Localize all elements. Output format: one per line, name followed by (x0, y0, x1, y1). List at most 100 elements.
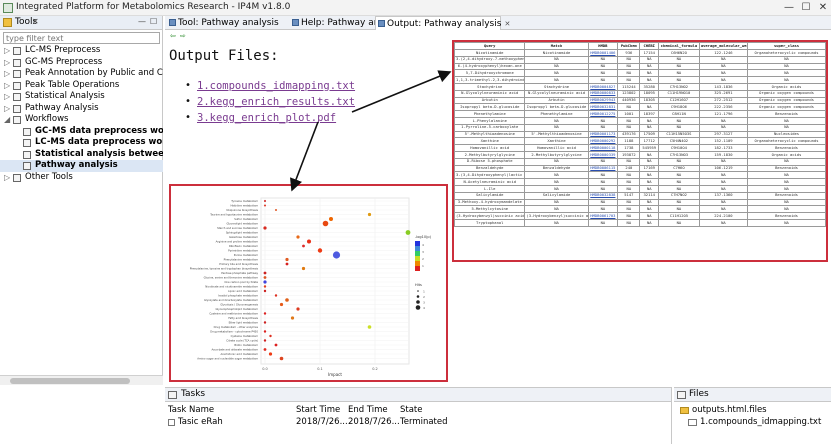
tree-item[interactable]: ▷ LC-MS Preprocess (0, 45, 163, 57)
size-legend-label: 1 (423, 290, 425, 294)
table-cell: 325.2691 (698, 89, 749, 98)
tools-horizontal-scrollbar[interactable] (0, 375, 163, 385)
task-end-time: 2018/7/26... (348, 417, 400, 427)
table-row[interactable]: Tasic eRah 2018/7/26... 2018/7/26... Ter… (165, 417, 671, 429)
hmdb-link[interactable]: HMDB0012275 (587, 110, 619, 118)
tree-item[interactable]: ▷ Peak Annotation by Public and Custom (0, 68, 163, 80)
file-link-compounds-idmapping[interactable]: 1.compounds_idmapping.txt (197, 80, 355, 92)
y-tick-label: Fatty acid biosynthesis (228, 316, 258, 320)
table-cell: NA (587, 218, 619, 227)
tree-item[interactable]: Pathway analysis (0, 160, 163, 172)
tree-item[interactable]: ◢ Workflows (0, 114, 163, 126)
y-tick-label: Drug metabolism - cytochrome P450 (210, 330, 258, 334)
tasks-panel-tab[interactable]: Tasks (165, 388, 671, 402)
expand-toggle-icon[interactable]: ▷ (4, 45, 10, 57)
table-row: Stachydrine Stachydrine HMDB0004827 115244 3… (454, 82, 826, 91)
back-icon[interactable]: ⇦ (170, 33, 178, 40)
tree-item-label: Peak Annotation by Public and Custom (25, 68, 163, 78)
table-cell: NA (524, 157, 589, 166)
expand-toggle-icon[interactable]: ▷ (4, 80, 10, 92)
tree-item[interactable]: ▷ Peak Table Operations (0, 80, 163, 92)
tools-panel-minimize-icon[interactable]: — (138, 17, 146, 26)
task-checkbox-icon (168, 419, 175, 426)
tools-filter-input[interactable] (3, 32, 160, 44)
file-tree-item[interactable]: outputs.html.files (674, 405, 831, 417)
table-cell: C5H4N4O2 (658, 137, 700, 146)
column-header[interactable]: Task Name (168, 405, 214, 415)
hmdb-link[interactable]: HMDB0000292 (587, 137, 619, 146)
files-panel-tab[interactable]: Files (674, 388, 831, 402)
hmdb-link[interactable]: HMDB0001173 (587, 130, 619, 139)
expand-toggle-icon[interactable]: ▷ (4, 91, 10, 103)
expand-toggle-icon[interactable]: ▷ (4, 103, 10, 115)
tree-item[interactable]: ▷ Other Tools (0, 172, 163, 184)
table-cell: NA (639, 205, 660, 214)
table-cell: Organoheterocyclic compounds (747, 49, 826, 57)
table-cell: N-Glycolylneuraminic acid (454, 89, 526, 98)
column-header[interactable]: State (400, 405, 423, 415)
hmdb-link[interactable]: HMDB0004827 (587, 82, 619, 91)
y-tick-label: Riboflavin metabolism (229, 244, 258, 248)
data-point (268, 352, 273, 356)
tab-tool-pathway-analysis[interactable]: Tool: Pathway analysis (167, 16, 289, 30)
close-button[interactable]: ✕ (816, 1, 830, 15)
table-row: Phenethylamine Phenethylamine HMDB0012275 1… (454, 110, 826, 118)
tree-item[interactable]: ▷ Statistical Analysis (0, 91, 163, 103)
hmdb-link[interactable]: HMDB0006115 (587, 164, 619, 173)
y-tick-label: Glycerolipid metabolism (227, 222, 259, 226)
column-header[interactable]: End Time (348, 405, 388, 415)
forward-icon[interactable]: ⇨ (180, 33, 188, 40)
table-cell: NA (747, 55, 826, 64)
output-files-heading: Output Files: (169, 48, 279, 64)
hmdb-link[interactable]: HMDB0000339 (587, 150, 619, 159)
table-cell: L-Phenylalanine (454, 116, 526, 125)
expand-toggle-icon[interactable]: ▷ (4, 172, 10, 184)
tools-panel-tab[interactable]: Tools ✕ — ☐ (0, 16, 162, 30)
expand-toggle-icon[interactable]: ▷ (4, 57, 10, 69)
y-tick-label: Phenylalanine, tyrosine and tryptophan b… (190, 267, 259, 271)
hmdb-link[interactable]: HMDB0032838 (587, 191, 619, 200)
tab-close-icon[interactable]: ✕ (504, 20, 510, 28)
hmdb-link[interactable]: HMDB0000118 (587, 144, 619, 152)
tasks-panel-title: Tasks (181, 389, 206, 399)
color-legend-title: -log10(p) (415, 235, 432, 239)
expand-toggle-icon[interactable]: ▷ (4, 68, 10, 80)
tools-panel-maximize-icon[interactable]: ☐ (150, 17, 157, 26)
tab-output-pathway-analysis[interactable]: Output: Pathway analysis ✕ (375, 16, 510, 30)
hmdb-link[interactable]: HMDB0000833 (587, 89, 619, 98)
tree-item[interactable]: ▷ GC-MS Preprocess (0, 57, 163, 69)
table-cell: NA (747, 62, 826, 71)
expand-toggle-icon[interactable]: ◢ (4, 114, 10, 126)
column-header[interactable]: Start Time (296, 405, 340, 415)
tree-item[interactable]: LC-MS data preprocess workflow (0, 137, 163, 149)
file-tree-item[interactable]: 1.compounds_idmapping.txt (674, 417, 831, 429)
file-link-kegg-enrich-plot[interactable]: 3.kegg_enrich_plot.pdf (197, 112, 336, 124)
data-point (274, 294, 278, 297)
y-tick-label: Citrate cycle (TCA cycle) (226, 339, 258, 343)
hmdb-link[interactable]: HMDB0001406 (587, 49, 619, 57)
tree-item[interactable]: ▷ Pathway Analysis (0, 103, 163, 115)
folder-icon (13, 81, 21, 90)
hmdb-link[interactable]: HMDB0029943 (587, 96, 619, 105)
table-row: Isopropyl beta-D-glucoside Isopropyl beta… (454, 103, 826, 112)
table-header-row: Query Match HMDB PubChem CHEBI chemical_formu… (454, 42, 826, 50)
table-row: 3-(3,4-Dihydroxyphenyl)lactic acidNANANA… (454, 171, 826, 180)
table-cell: NA (639, 76, 660, 84)
hmdb-link[interactable]: HMDB0032831 (587, 103, 619, 112)
maximize-button[interactable]: ☐ (799, 1, 813, 15)
table-cell: NA (698, 76, 749, 84)
tools-panel-close-icon[interactable]: ✕ (32, 17, 39, 26)
data-point (317, 248, 323, 253)
table-cell: C9H10O4 (658, 144, 700, 152)
table-cell: NA (639, 157, 660, 166)
compounds-table-preview: Query Match HMDB PubChem CHEBI chemical_formu… (452, 40, 828, 262)
color-legend-swatch (415, 261, 420, 266)
file-link-kegg-enrich-results[interactable]: 2.kegg_enrich_results.txt (197, 96, 355, 108)
minimize-button[interactable]: — (782, 1, 796, 15)
table-cell: NA (617, 157, 641, 166)
table-cell: 35280 (639, 82, 660, 91)
folder-icon (13, 58, 21, 67)
hmdb-link[interactable]: HMDB0061703 (587, 212, 619, 220)
tree-item[interactable]: GC-MS data preprocess workflow (0, 126, 163, 138)
tree-item[interactable]: Statistical analysis between two groups (0, 149, 163, 161)
